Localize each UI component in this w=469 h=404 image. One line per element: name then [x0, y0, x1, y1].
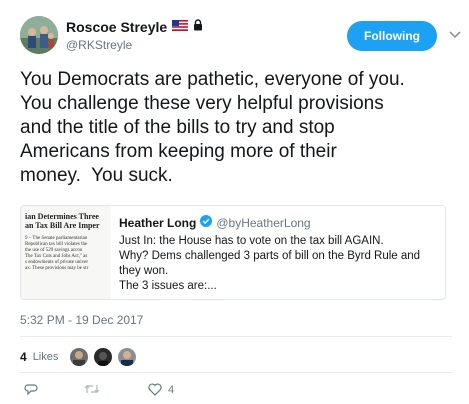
- quoted-tweet-content: Heather Long @byHeatherLong Just In: the…: [119, 214, 439, 294]
- user-avatar[interactable]: [20, 16, 58, 54]
- user-display-name[interactable]: Roscoe Streyle: [66, 19, 167, 35]
- retweet-icon: [84, 383, 100, 395]
- heart-icon: [148, 383, 162, 396]
- quoted-tweet-text: Just In: the House has to vote on the ta…: [119, 235, 421, 292]
- liker-avatar[interactable]: [94, 348, 113, 366]
- tweet-text: You Democrats are pathetic, everyone of …: [20, 69, 405, 186]
- us-flag-icon: [172, 18, 189, 36]
- thumbnail-headline: ian Determines Three an Tax Bill Are Imp…: [25, 212, 100, 230]
- reply-button[interactable]: [24, 383, 38, 397]
- liker-avatar[interactable]: [118, 348, 137, 366]
- verified-badge-icon: [200, 214, 213, 232]
- name-row: Roscoe Streyle: [66, 18, 203, 36]
- liker-avatar[interactable]: [70, 348, 89, 366]
- likes-row[interactable]: 4 Likes: [20, 346, 137, 368]
- thumbnail-body: 9 – The Senate parliamentarian Republica…: [25, 236, 89, 271]
- like-button[interactable]: 4: [148, 383, 174, 396]
- likes-count: 4: [20, 350, 27, 364]
- quoted-tweet-thumbnail[interactable]: ian Determines Three an Tax Bill Are Imp…: [21, 206, 111, 299]
- divider: [20, 336, 452, 337]
- retweet-button[interactable]: [84, 383, 100, 395]
- reply-icon: [24, 383, 38, 397]
- following-button[interactable]: Following: [347, 21, 437, 51]
- lock-icon: [193, 18, 203, 36]
- divider: [20, 372, 452, 373]
- tweet-timestamp[interactable]: 5:32 PM - 19 Dec 2017: [20, 313, 143, 327]
- like-count: 4: [168, 383, 175, 396]
- quoted-author-name: Heather Long: [119, 216, 197, 230]
- tweet-header: Roscoe Streyle @RKStreyle Following: [20, 14, 461, 60]
- likes-label: Likes: [32, 351, 59, 363]
- user-handle[interactable]: @RKStreyle: [66, 38, 132, 52]
- quoted-tweet-header: Heather Long @byHeatherLong: [119, 214, 439, 232]
- quoted-author-handle: @byHeatherLong: [216, 216, 311, 230]
- tweet-actions: 4: [20, 383, 240, 399]
- chevron-down-icon[interactable]: [449, 26, 461, 42]
- quoted-tweet-card[interactable]: ian Determines Three an Tax Bill Are Imp…: [20, 205, 446, 300]
